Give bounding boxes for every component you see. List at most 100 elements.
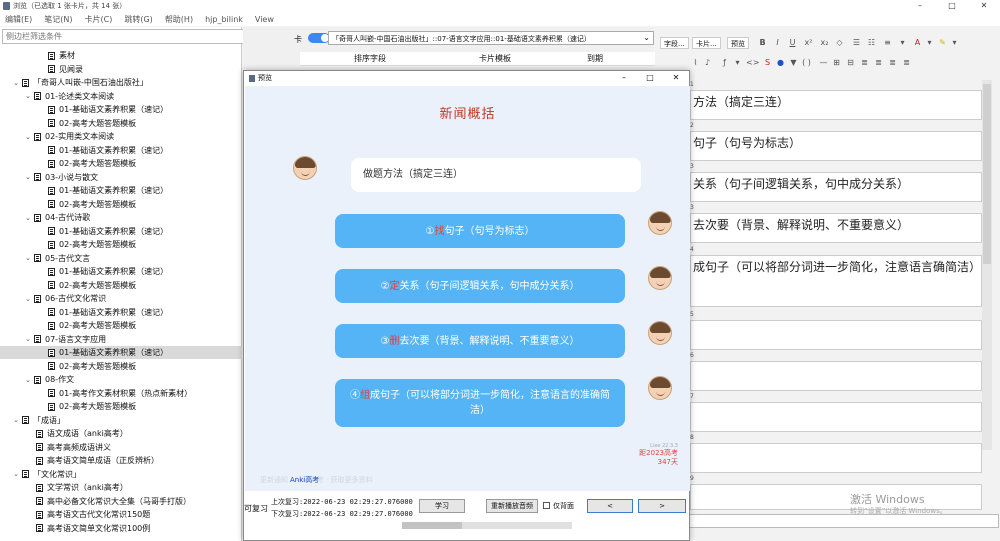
list-number-icon[interactable]: ☷ <box>866 38 877 47</box>
sidebar-tree-item[interactable]: ⌄ 06-古代文化常识 <box>0 292 242 305</box>
field-editor[interactable]: 方法（搞定三连） <box>690 90 982 120</box>
column-sort-field[interactable]: 排序字段 <box>300 52 440 65</box>
menu-notes[interactable]: 笔记(N) <box>44 14 72 25</box>
field-editor[interactable] <box>690 320 982 350</box>
table-icon[interactable]: ⊞ <box>831 58 842 67</box>
sidebar-tree-item[interactable]: 01-基础语文素养积累（速记） <box>0 144 242 157</box>
deck-select[interactable]: 「奇哥人叫嵌-中国石油出版社」::07-语言文字应用::01-基础语文素养积累（… <box>328 31 654 45</box>
column-due[interactable]: 到期 <box>550 52 640 65</box>
superscript-icon[interactable]: x² <box>803 38 814 47</box>
sidebar-tree-item[interactable]: ⌄ 「文化常识」 <box>0 468 242 481</box>
fields-button[interactable]: 字段... <box>660 37 689 49</box>
sidebar-tree-item[interactable]: 02-高考大题答题模板 <box>0 238 242 251</box>
sidebar-tree-item[interactable]: 素材 <box>0 49 242 62</box>
sidebar-tree-item[interactable]: 高考语文简单文化常识100例 <box>0 522 242 535</box>
sidebar-tree-item[interactable]: 高考语文简单成语（正反辨析） <box>0 454 242 467</box>
sidebar-tree-item[interactable]: 02-高考大题答题模板 <box>0 400 242 413</box>
minimize-button[interactable]: – <box>904 0 936 12</box>
sidebar-tree-item[interactable]: 01-高考作文素材积累（热点新素材） <box>0 387 242 400</box>
editor-scrollbar-thumb[interactable] <box>983 84 991 264</box>
cards-button[interactable]: 卡片... <box>692 37 721 49</box>
sidebar-tree-item[interactable]: 01-基础语文素养积累（速记） <box>0 184 242 197</box>
sidebar-tree-item[interactable]: 02-高考大题答题模板 <box>0 157 242 170</box>
sidebar-tree-item[interactable]: 01-基础语文素养积累（速记） <box>0 103 242 116</box>
sidebar-tree-item[interactable]: 02-高考大题答题模板 <box>0 319 242 332</box>
sidebar-tree-item[interactable]: 01-基础语文素养积累（速记） <box>0 306 242 319</box>
blue-dot-icon[interactable]: ● <box>775 58 786 67</box>
chevron-down-icon[interactable]: ▾ <box>732 58 743 67</box>
menu-cards[interactable]: 卡片(C) <box>85 14 113 25</box>
menu-edit[interactable]: 编辑(E) <box>5 14 32 25</box>
sidebar-tree-item[interactable]: 02-高考大题答题模板 <box>0 117 242 130</box>
chevron-down-icon[interactable]: ⌄ <box>12 79 20 87</box>
sidebar-tree-item[interactable]: 02-高考大题答题模板 <box>0 198 242 211</box>
study-button[interactable]: 学习 <box>419 499 465 513</box>
field-editor[interactable] <box>690 443 982 473</box>
back-only-checkbox[interactable] <box>543 502 550 509</box>
preview-hscrollbar-thumb[interactable] <box>402 522 462 529</box>
menu-hjp-bilink[interactable]: hjp_bilink <box>205 15 243 24</box>
replay-audio-button[interactable]: 重新播放音频 <box>486 499 538 513</box>
hr-icon[interactable]: — <box>818 58 829 67</box>
italic-icon[interactable]: I <box>772 38 783 47</box>
chevron-down-icon[interactable]: ⌄ <box>12 416 20 424</box>
sidebar-tree-item[interactable]: ⌄ 01-论述类文本阅读 <box>0 90 242 103</box>
sidebar-tree-item[interactable]: ⌄ 08-作文 <box>0 373 242 386</box>
sidebar-tree-item[interactable]: 02-高考大题答题模板 <box>0 279 242 292</box>
sidebar-tree-item[interactable]: ⌄ 「成语」 <box>0 414 242 427</box>
sidebar-tree-item[interactable]: ⌄ 05-古代文言 <box>0 252 242 265</box>
paren-icon[interactable]: ( ) <box>801 58 812 67</box>
sidebar-tree-item[interactable]: ⌄ 07-语言文字应用 <box>0 333 242 346</box>
align-icon[interactable]: ≡ <box>882 38 893 47</box>
close-button[interactable]: ✕ <box>968 0 1000 12</box>
align-justify-icon[interactable]: ≣ <box>901 58 912 67</box>
maximize-button[interactable]: □ <box>936 0 968 12</box>
field-editor[interactable]: 关系（句子间逻辑关系，句中成分关系） <box>690 172 982 202</box>
function-icon[interactable]: ƒ <box>719 58 730 67</box>
menu-help[interactable]: 帮助(H) <box>165 14 193 25</box>
preview-maximize-button[interactable]: □ <box>637 71 663 85</box>
cards-notes-toggle[interactable] <box>308 33 330 43</box>
chevron-down-icon[interactable]: ⌄ <box>24 295 32 303</box>
sidebar-tree-item[interactable]: 高中必备文化常识大全集（马哥手打版） <box>0 495 242 508</box>
bold-icon[interactable]: B <box>757 38 768 47</box>
chevron-down-icon[interactable]: ⌄ <box>24 376 32 384</box>
underline-icon[interactable]: U <box>787 38 798 47</box>
sidebar-tree-item[interactable]: 02-高考大题答题模板 <box>0 360 242 373</box>
chevron-down-icon[interactable]: ⌄ <box>24 173 32 181</box>
text-color-icon[interactable]: A <box>912 38 923 47</box>
prev-button[interactable]: < <box>587 499 633 513</box>
align-left-icon[interactable]: ≣ <box>859 58 870 67</box>
preview-hscrollbar[interactable] <box>402 522 572 529</box>
sidebar-search-input[interactable] <box>2 29 248 44</box>
field-editor[interactable]: 去次要（背景、解释说明、不重要意义） <box>690 213 982 243</box>
sidebar-tree-item[interactable]: 高考语文古代文化常识150题 <box>0 508 242 521</box>
sidebar-tree-item[interactable]: ⌄ 「奇哥人叫嵌-中国石油出版社」 <box>0 76 242 89</box>
sidebar-tree-item[interactable]: 01-基础语文素养积累（速记） <box>0 346 242 359</box>
paperclip-icon[interactable]: ⌇ <box>690 58 701 67</box>
next-button[interactable]: > <box>638 499 686 513</box>
eraser-icon[interactable]: ◇ <box>834 38 845 47</box>
sidebar-tree-item[interactable]: 见闻录 <box>0 63 242 76</box>
align-center-icon[interactable]: ≣ <box>873 58 884 67</box>
sidebar-tree-item[interactable]: 高考高频成语讲义 <box>0 441 242 454</box>
preview-close-button[interactable]: ✕ <box>663 71 689 85</box>
editor-scrollbar[interactable] <box>982 80 992 450</box>
preview-minimize-button[interactable]: – <box>611 71 637 85</box>
highlight-icon[interactable]: ✎ <box>937 38 948 47</box>
chevron-down-icon[interactable]: ⌄ <box>24 214 32 222</box>
chevron-down-icon[interactable]: ⌄ <box>24 92 32 100</box>
chevron-down-icon[interactable]: ▼ <box>788 58 799 67</box>
html-editor-icon[interactable]: <> <box>746 58 759 67</box>
chevron-down-icon[interactable]: ▾ <box>897 38 908 47</box>
chevron-down-icon[interactable]: ⌄ <box>24 254 32 262</box>
align-right-icon[interactable]: ≣ <box>887 58 898 67</box>
chevron-down-icon[interactable]: ▾ <box>949 38 960 47</box>
chevron-down-icon[interactable]: ⌄ <box>24 335 32 343</box>
preview-button[interactable]: 预览 <box>727 37 749 49</box>
tags-input[interactable] <box>679 514 999 528</box>
chevron-down-icon[interactable]: ▾ <box>924 38 935 47</box>
menu-go[interactable]: 跳转(G) <box>124 14 152 25</box>
field-editor[interactable]: 成句子（可以将部分词进一步简化，注意语言确简洁） <box>690 255 982 307</box>
anki-link[interactable]: Anki高考 <box>290 475 319 485</box>
